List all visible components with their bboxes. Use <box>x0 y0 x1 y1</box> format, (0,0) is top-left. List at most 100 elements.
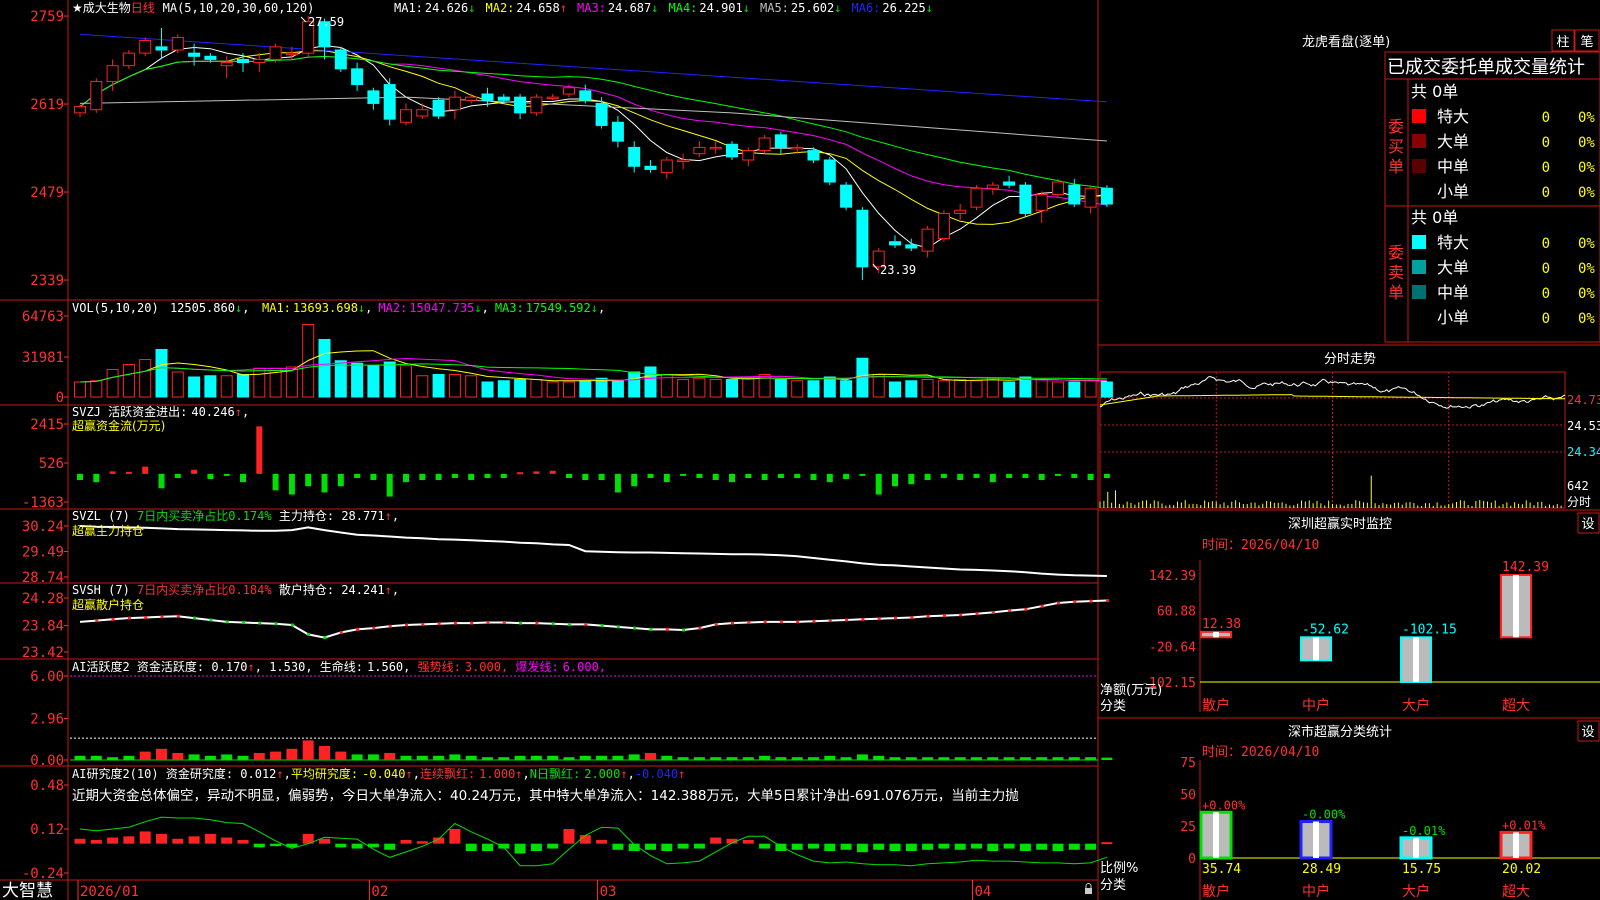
candle-body[interactable] <box>269 46 282 60</box>
candle-body[interactable] <box>334 49 347 70</box>
volume-bar[interactable] <box>807 380 820 398</box>
research-bar[interactable] <box>645 843 656 850</box>
research-bar[interactable] <box>759 843 771 849</box>
research-bar[interactable] <box>335 843 347 848</box>
candle-body[interactable] <box>383 84 396 120</box>
research-bar[interactable] <box>1003 843 1015 849</box>
activity-bar[interactable] <box>856 754 868 760</box>
volume-bar[interactable] <box>840 380 853 398</box>
candle-body[interactable] <box>1003 181 1016 186</box>
classification-chart[interactable]: 75 50 25 0 比例% 分类 +0.00% 35.74 散户 -0.00% 28.49 中户 -0… <box>1100 756 1600 900</box>
candle-body[interactable] <box>546 96 559 100</box>
volume-bar[interactable] <box>334 360 347 398</box>
activity-bar[interactable] <box>1036 757 1048 760</box>
research-bar[interactable] <box>123 836 135 844</box>
research-bar[interactable] <box>905 843 917 851</box>
fund-flow-bar[interactable] <box>843 473 850 480</box>
volume-bar[interactable] <box>253 367 266 398</box>
activity-bar[interactable] <box>367 754 379 760</box>
candle-body[interactable] <box>660 159 673 174</box>
volume-bar[interactable] <box>448 373 461 398</box>
activity-bar[interactable] <box>612 755 624 760</box>
activity-bar[interactable] <box>482 757 493 760</box>
volume-bar[interactable] <box>432 373 445 398</box>
volume-bar[interactable] <box>514 378 527 398</box>
research-bar[interactable] <box>954 843 966 850</box>
fund-flow-bar[interactable] <box>142 466 149 474</box>
fund-flow-bar[interactable] <box>875 473 882 495</box>
activity-bar[interactable] <box>286 748 298 760</box>
activity-bar[interactable] <box>1003 757 1015 760</box>
volume-bar[interactable] <box>155 348 168 398</box>
volume-bar[interactable] <box>970 380 983 398</box>
monitor-settings-button[interactable]: 设 <box>1577 512 1600 534</box>
period-label[interactable]: 日线 <box>131 1 155 15</box>
candle-body[interactable] <box>465 96 478 101</box>
candle-body[interactable] <box>74 106 86 114</box>
volume-bar[interactable] <box>563 381 575 398</box>
activity-bar[interactable] <box>677 757 689 760</box>
fund-flow-bar[interactable] <box>696 473 703 478</box>
fund-flow-bar[interactable] <box>191 469 198 474</box>
research-bar[interactable] <box>107 837 119 844</box>
candle-body[interactable] <box>237 58 249 64</box>
volume-bar[interactable] <box>1100 381 1113 398</box>
volume-bar[interactable] <box>318 338 331 398</box>
volume-bar[interactable] <box>921 378 934 398</box>
fund-flow-bar[interactable] <box>940 473 947 478</box>
research-bar[interactable] <box>1085 843 1097 850</box>
activity-bar[interactable] <box>726 757 738 760</box>
fund-flow-bar[interactable] <box>337 473 344 487</box>
candle-body[interactable] <box>285 52 298 56</box>
activity-bar[interactable] <box>1101 757 1113 760</box>
candle-body[interactable] <box>1068 184 1081 205</box>
fund-flow-bar[interactable] <box>549 470 556 474</box>
volume-bar[interactable] <box>530 378 543 398</box>
research-bar[interactable] <box>1101 842 1113 845</box>
candle-body[interactable] <box>204 55 217 60</box>
activity-bar[interactable] <box>579 755 591 760</box>
fund-flow-bar[interactable] <box>582 473 589 481</box>
research-bar[interactable] <box>710 837 722 844</box>
volume-bar[interactable] <box>497 380 510 398</box>
volume-bar[interactable] <box>204 375 217 398</box>
fund-flow-bar[interactable] <box>614 473 621 493</box>
volume-bar[interactable] <box>1035 378 1048 398</box>
volume-bar[interactable] <box>709 378 722 398</box>
activity-bar[interactable] <box>922 757 934 760</box>
fund-flow-bar[interactable] <box>680 473 687 476</box>
volume-bar[interactable] <box>579 380 592 398</box>
fund-flow-bar[interactable] <box>745 473 752 478</box>
activity-bar[interactable] <box>596 755 608 760</box>
fund-flow-bar[interactable] <box>207 473 214 480</box>
activity-bar[interactable] <box>156 748 167 760</box>
activity-bar[interactable] <box>384 753 396 760</box>
fund-flow-bar[interactable] <box>370 473 377 481</box>
volume-bar[interactable] <box>171 371 184 398</box>
fund-flow-bar[interactable] <box>647 473 654 478</box>
volume-bar[interactable] <box>383 361 396 398</box>
fund-flow-bar[interactable] <box>288 473 295 495</box>
classification-settings-button[interactable]: 设 <box>1577 720 1600 742</box>
fund-flow-bar[interactable] <box>174 473 181 478</box>
research-bar[interactable] <box>873 843 885 850</box>
fund-flow-bar[interactable] <box>810 473 817 481</box>
candle-body[interactable] <box>530 96 543 114</box>
candle-body[interactable] <box>432 99 445 117</box>
candle-body[interactable] <box>726 143 738 158</box>
candle-body[interactable] <box>905 244 918 249</box>
activity-bar[interactable] <box>319 746 330 760</box>
monitor-chart[interactable]: 142.39 60.88 -20.64 -102.15 净额(万元)分类 12.38 散户 -… <box>1100 560 1600 714</box>
fund-flow-bar[interactable] <box>566 473 572 478</box>
volume-bar[interactable] <box>726 378 738 398</box>
fund-flow-bar[interactable] <box>859 473 866 476</box>
svzj-panel[interactable]: 2415 526 -1363 <box>22 417 1110 511</box>
fund-flow-bar[interactable] <box>321 473 328 493</box>
volume-bar[interactable] <box>595 377 608 398</box>
candle-body[interactable] <box>106 65 119 82</box>
volume-bar[interactable] <box>742 377 755 398</box>
activity-bar[interactable] <box>400 755 412 760</box>
activity-bar[interactable] <box>1085 757 1097 760</box>
research-bar[interactable] <box>449 829 461 844</box>
research-bar[interactable] <box>971 843 982 849</box>
